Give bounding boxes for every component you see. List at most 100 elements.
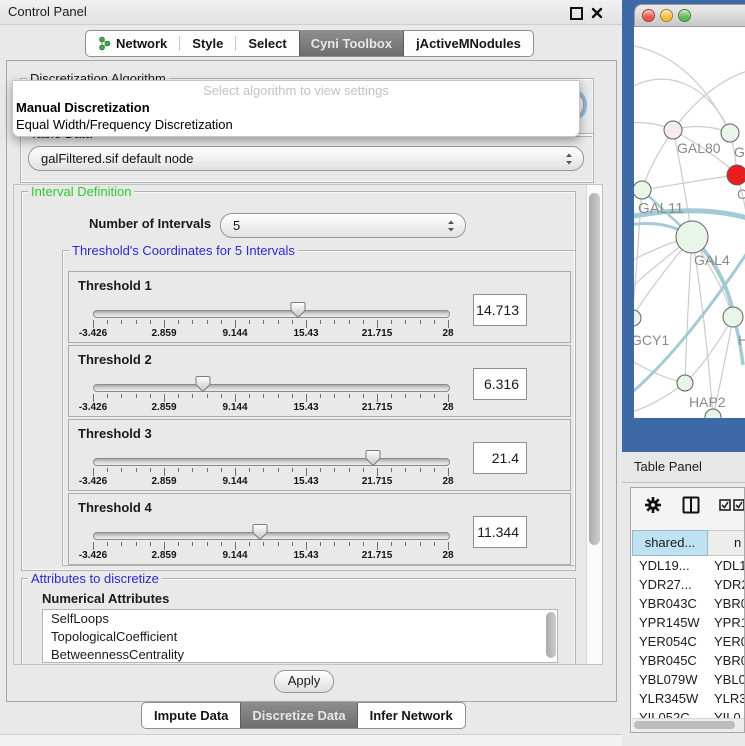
minimize-traffic-light[interactable] (660, 9, 673, 22)
cell-shared-name: YBL079W (632, 670, 708, 689)
cell-shared-name: YBR045C (632, 651, 708, 670)
tick-label: 15.43 (293, 328, 318, 339)
table-row[interactable]: YPR145WYPR1 (632, 613, 745, 632)
tab-jactivemnodules[interactable]: jActiveMNodules (404, 31, 533, 56)
slider-thumb[interactable] (195, 375, 211, 393)
checkbox-icon[interactable] (733, 499, 745, 511)
slider-track[interactable] (93, 532, 450, 540)
threshold-value-field[interactable]: 11.344 (473, 516, 527, 548)
tab-select[interactable]: Select (236, 31, 298, 56)
network-icon (98, 36, 111, 51)
table-data-combobox[interactable]: galFiltered.sif default node (28, 146, 584, 171)
settings-scrollbar[interactable] (586, 185, 603, 664)
table-row[interactable]: YIL052CYIL0 (632, 708, 745, 718)
network-node-c[interactable] (727, 165, 745, 185)
slider-tick (192, 320, 193, 324)
slider-thumb[interactable] (290, 301, 306, 319)
table-row[interactable]: YBR043CYBR0 (632, 594, 745, 613)
network-node[interactable] (705, 409, 721, 418)
attribute-item-topologicalcoefficient[interactable]: TopologicalCoefficient (43, 628, 557, 646)
tab-impute-data[interactable]: Impute Data (142, 703, 240, 728)
slider-tick (306, 394, 307, 402)
slider-tick (93, 542, 94, 550)
threshold-value-field[interactable]: 6.316 (473, 368, 527, 400)
table-row[interactable]: YBR045CYBR0 (632, 651, 745, 670)
cell-name: YBR0 (708, 651, 745, 670)
slider-tick (150, 542, 151, 546)
slider-track[interactable] (93, 458, 450, 466)
checkbox-icon[interactable] (719, 499, 731, 511)
spinner-value: 5 (233, 218, 240, 233)
table-hscrollbar-thumb[interactable] (634, 721, 735, 729)
slider-tick (221, 542, 222, 546)
table-row[interactable]: YLR345WYLR3 (632, 689, 745, 708)
tab-network[interactable]: Network (86, 31, 179, 56)
close-traffic-light[interactable] (642, 9, 655, 22)
attribute-item-selfloops[interactable]: SelfLoops (43, 610, 557, 628)
slider-ticks (93, 542, 448, 550)
algorithm-option-equal-width-frequency-discretization[interactable]: Equal Width/Frequency Discretization (16, 117, 233, 132)
table-row[interactable]: YBL079WYBL0 (632, 670, 745, 689)
network-node-hap2[interactable] (677, 375, 693, 391)
threshold-value-field[interactable]: 14.713 (473, 294, 527, 326)
slider-tick (207, 394, 208, 398)
tick-label: 9.144 (222, 328, 247, 339)
list-scrollbar-thumb[interactable] (546, 612, 556, 658)
slider-tick (448, 468, 449, 476)
group-title: Interval Definition (28, 184, 134, 199)
gear-icon[interactable] (644, 496, 662, 514)
slider-tick (263, 320, 264, 324)
slider-tick (320, 468, 321, 472)
apply-button[interactable]: Apply (274, 670, 334, 693)
threshold-label: Threshold 2 (78, 352, 152, 367)
algorithm-option-manual-discretization[interactable]: Manual Discretization (16, 100, 150, 115)
tab-cyni-toolbox[interactable]: Cyni Toolbox (299, 31, 404, 56)
tab-style[interactable]: Style (180, 31, 235, 56)
zoom-traffic-light[interactable] (678, 9, 691, 22)
slider-track[interactable] (93, 310, 450, 318)
node-label: GA (734, 144, 745, 160)
settings-scrollbar-thumb[interactable] (589, 193, 600, 545)
network-node-h[interactable] (723, 307, 743, 327)
column-header-name[interactable]: n (708, 530, 745, 556)
close-icon[interactable] (591, 6, 603, 18)
threshold-value-field[interactable]: 21.4 (473, 442, 527, 474)
tick-label: -3.426 (79, 328, 107, 339)
tick-label: 28 (442, 402, 453, 413)
network-canvas[interactable]: GAL80GACGAL11GAL4GCY1HHAP2 (634, 27, 745, 418)
tab-label: Infer Network (370, 708, 453, 723)
slider-tick (207, 542, 208, 546)
slider-tick (207, 468, 208, 472)
numerical-attributes-list[interactable]: SelfLoopsTopologicalCoefficientBetweenne… (42, 609, 558, 663)
table-row[interactable]: YER054CYER0 (632, 632, 745, 651)
slider-tick (178, 394, 179, 398)
cell-name: YER0 (708, 632, 745, 651)
slider-tick (121, 542, 122, 546)
network-node-gal80[interactable] (664, 121, 682, 139)
network-window-titlebar[interactable] (634, 4, 745, 27)
split-columns-icon[interactable] (682, 496, 700, 514)
column-header-shared[interactable]: shared... (632, 530, 708, 556)
slider-tick-labels: -3.4262.8599.14415.4321.71528 (93, 476, 448, 488)
slider-track[interactable] (93, 384, 450, 392)
network-node-gal11[interactable] (634, 181, 651, 199)
network-node-gcy1[interactable] (634, 310, 641, 326)
network-node-gal4[interactable] (676, 221, 708, 253)
network-node-ga[interactable] (721, 124, 739, 142)
tick-label: 28 (442, 550, 453, 561)
tab-discretize-data[interactable]: Discretize Data (240, 703, 357, 728)
slider-tick (278, 320, 279, 324)
table-row[interactable]: YDR27...YDR2 (632, 575, 745, 594)
table-hscrollbar[interactable] (632, 718, 744, 732)
tab-infer-network[interactable]: Infer Network (358, 703, 465, 728)
slider-ticks (93, 468, 448, 476)
slider-tick (306, 468, 307, 476)
float-window-icon[interactable] (570, 7, 583, 20)
tick-label: 15.43 (293, 476, 318, 487)
table-row[interactable]: YDL19...YDL1 (632, 556, 745, 575)
attribute-item-betweennesscentrality[interactable]: BetweennessCentrality (43, 646, 557, 663)
slider-thumb[interactable] (252, 523, 268, 541)
slider-tick (448, 394, 449, 402)
number-of-intervals-spinner[interactable]: 5 (220, 213, 466, 238)
slider-thumb[interactable] (365, 449, 381, 467)
